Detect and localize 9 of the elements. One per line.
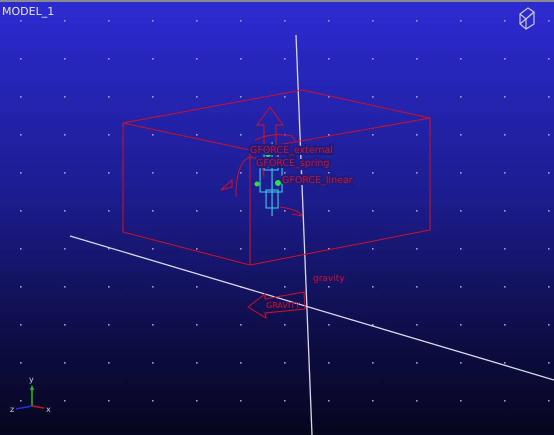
- axis-triad-icon: [16, 385, 44, 410]
- view-cube-icon[interactable]: [519, 7, 535, 30]
- axis-label: y: [29, 375, 34, 384]
- gravity-label: gravity: [313, 274, 345, 284]
- axis-label: x: [46, 405, 51, 414]
- model-title: MODEL_1: [2, 5, 54, 18]
- gravity-arrow-drawing: [247, 291, 306, 320]
- axis-label: z: [10, 405, 14, 414]
- gravity-arrow-label: GRAVITY: [266, 301, 300, 310]
